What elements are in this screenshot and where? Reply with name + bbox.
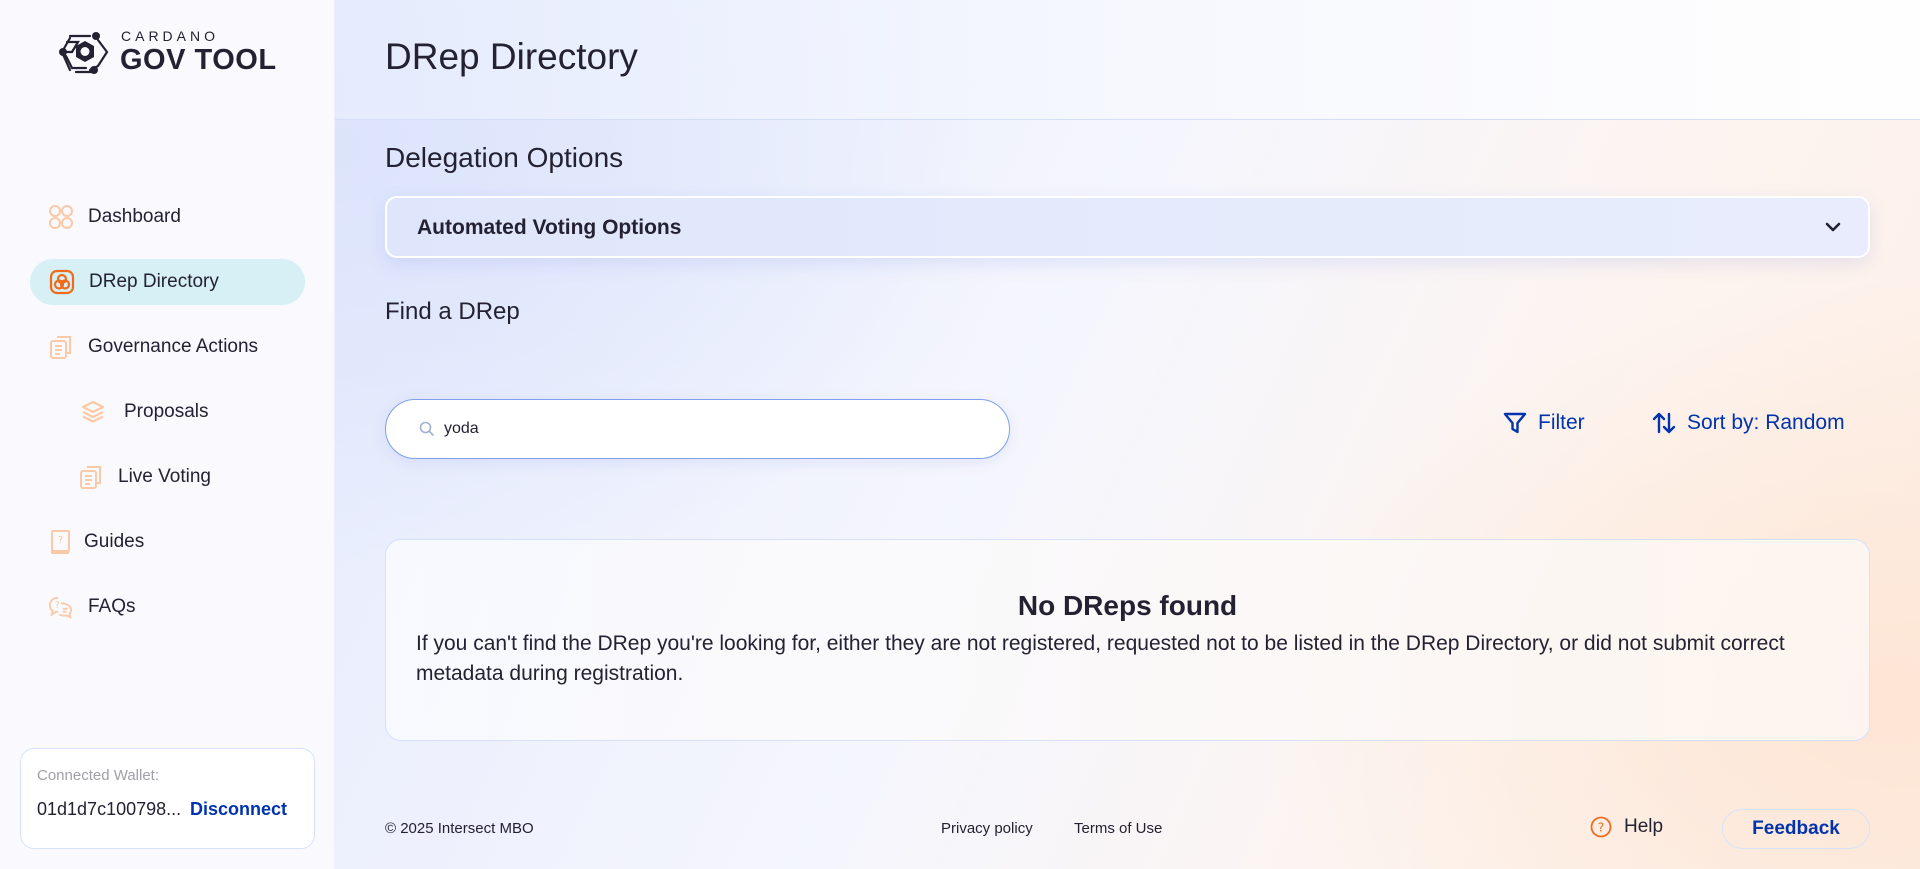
sidebar-item-label: DRep Directory: [89, 271, 219, 292]
sidebar-item-label: Governance Actions: [88, 336, 259, 357]
chevron-down-icon: [1825, 222, 1841, 232]
svg-text:?: ?: [1598, 821, 1604, 835]
logo-small-text: CARDANO: [121, 28, 220, 44]
question-circle-icon: ?: [1590, 816, 1612, 838]
search-icon: [419, 421, 434, 436]
wallet-address: 01d1d7c100798...: [37, 799, 182, 819]
find-drep-title: Find a DRep: [385, 298, 520, 325]
connected-wallet-card: Connected Wallet: 01d1d7c100798... Disco…: [20, 748, 315, 849]
sidebar-item-live-voting[interactable]: Live Voting: [78, 454, 211, 500]
main-content: DRep Directory Delegation Options Automa…: [335, 0, 1920, 869]
sidebar-item-label: Live Voting: [118, 466, 211, 487]
book-question-icon: ?: [48, 529, 74, 555]
logo[interactable]: CARDANO GOV TOOL: [58, 28, 277, 76]
filter-button[interactable]: Filter: [1502, 410, 1585, 436]
sidebar-item-dashboard[interactable]: Dashboard: [48, 194, 181, 240]
top-bar: DRep Directory: [335, 0, 1920, 120]
sidebar: CARDANO GOV TOOL Dashboard DRep Director…: [0, 0, 335, 869]
feedback-button[interactable]: Feedback: [1722, 809, 1870, 849]
sort-button[interactable]: Sort by: Random: [1651, 410, 1845, 436]
sidebar-item-proposals[interactable]: Proposals: [80, 389, 209, 435]
chat-question-icon: ?: [48, 594, 74, 620]
sort-arrows-icon: [1652, 412, 1676, 434]
filter-label: Filter: [1538, 411, 1585, 434]
sidebar-item-label: Proposals: [124, 401, 209, 422]
sidebar-item-governance-actions[interactable]: Governance Actions: [48, 324, 258, 370]
sidebar-item-label: Dashboard: [88, 206, 181, 227]
drep-circles-icon: [49, 269, 75, 295]
funnel-icon: [1503, 412, 1527, 434]
svg-text:?: ?: [58, 535, 63, 546]
page-title: DRep Directory: [385, 36, 638, 77]
empty-state-description: If you can't find the DRep you're lookin…: [416, 632, 1785, 685]
sidebar-item-label: FAQs: [88, 596, 136, 617]
help-button[interactable]: ? Help: [1590, 816, 1663, 838]
accordion-label: Automated Voting Options: [417, 216, 682, 239]
terms-of-use-link[interactable]: Terms of Use: [1074, 820, 1162, 837]
delegation-options-title: Delegation Options: [385, 142, 624, 173]
search-box: [385, 399, 1010, 459]
grid-circles-icon: [48, 204, 74, 230]
copyright-text: © 2025 Intersect MBO: [385, 820, 534, 837]
privacy-policy-link[interactable]: Privacy policy: [941, 820, 1033, 837]
automated-voting-options-accordion[interactable]: Automated Voting Options: [385, 196, 1870, 258]
documents-icon: [78, 464, 104, 490]
sidebar-item-faqs[interactable]: ? FAQs: [48, 584, 136, 630]
documents-icon: [48, 334, 74, 360]
empty-state-card: No DReps found If you can't find the DRe…: [385, 539, 1870, 741]
empty-state-title: No DReps found: [1017, 590, 1238, 621]
sidebar-item-guides[interactable]: ? Guides: [48, 519, 144, 565]
help-label: Help: [1624, 816, 1664, 837]
hexagon-nut-circuit-icon: [59, 32, 109, 74]
wallet-label: Connected Wallet:: [37, 767, 160, 784]
layers-icon: [80, 399, 106, 425]
disconnect-button[interactable]: Disconnect: [190, 799, 287, 820]
sidebar-item-drep-directory[interactable]: DRep Directory: [30, 259, 305, 305]
logo-big-text: GOV TOOL: [120, 44, 277, 76]
search-input[interactable]: [444, 420, 984, 438]
sidebar-item-label: Guides: [84, 531, 145, 552]
svg-text:?: ?: [55, 600, 60, 611]
sort-label: Sort by: Random: [1687, 411, 1845, 434]
